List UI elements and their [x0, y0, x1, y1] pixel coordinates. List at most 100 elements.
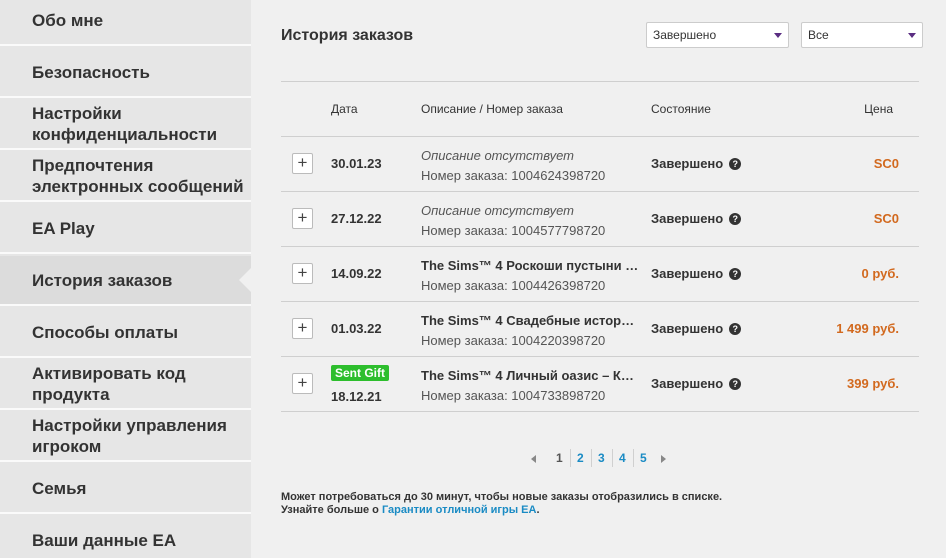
- status-filter-value: Завершено: [653, 28, 717, 42]
- guarantee-link[interactable]: Гарантии отличной игры EA: [382, 504, 536, 516]
- type-filter-value: Все: [808, 28, 829, 42]
- page-separator: [612, 449, 613, 467]
- order-date: 30.01.23: [331, 156, 382, 171]
- note-suffix: .: [536, 504, 540, 516]
- sidebar-item-label: Ваши данные EA: [32, 530, 177, 550]
- order-number: Номер заказа: 1004624398720: [421, 168, 606, 183]
- type-filter-select[interactable]: Все: [801, 22, 923, 48]
- column-header-status: Состояние: [651, 102, 711, 116]
- order-status-text: Завершено: [651, 376, 724, 391]
- help-icon[interactable]: ?: [729, 213, 742, 225]
- chevron-down-icon: [908, 33, 916, 38]
- sidebar-item-about[interactable]: Обо мне: [0, 0, 251, 46]
- chevron-down-icon: [774, 33, 782, 38]
- sidebar-item-label: EA Play: [32, 218, 95, 238]
- sidebar-item-label: Способы оплаты: [32, 322, 179, 342]
- sidebar-item-email-preferences[interactable]: Предпочтения электронных сообщений: [0, 152, 251, 202]
- sidebar-item-redeem-code[interactable]: Активировать код продукта: [0, 360, 251, 410]
- order-price: SC0: [873, 156, 899, 171]
- order-history-panel: История заказов Завершено Все Дата Описа…: [251, 0, 946, 558]
- order-price: SC0: [873, 211, 899, 226]
- sidebar-item-ea-play[interactable]: EA Play: [0, 204, 251, 254]
- order-status: Завершено?: [651, 211, 742, 226]
- info-note: Может потребоваться до 30 минут, чтобы н…: [281, 491, 722, 517]
- order-number: Номер заказа: 1004220398720: [421, 333, 606, 348]
- order-number: Номер заказа: 1004426398720: [421, 278, 606, 293]
- sidebar-item-family[interactable]: Семья: [0, 464, 251, 514]
- note-prefix: Узнайте больше о: [281, 504, 382, 516]
- page-1[interactable]: 1: [556, 451, 563, 465]
- sidebar-item-payment-methods[interactable]: Способы оплаты: [0, 308, 251, 358]
- order-status-text: Завершено: [651, 156, 724, 171]
- help-icon[interactable]: ?: [729, 158, 742, 170]
- order-description: Описание отсутствует: [421, 203, 574, 218]
- note-line-1: Может потребоваться до 30 минут, чтобы н…: [281, 491, 723, 503]
- order-status-text: Завершено: [651, 211, 724, 226]
- table-header: Дата Описание / Номер заказа Состояние Ц…: [281, 81, 919, 137]
- column-header-price: Цена: [864, 102, 893, 116]
- order-description: The Sims™ 4 Свадебные истор…: [421, 313, 635, 328]
- page-5[interactable]: 5: [640, 451, 647, 465]
- order-description: The Sims™ 4 Личный оазис – К…: [421, 368, 634, 383]
- sidebar-item-label: Обо мне: [32, 10, 104, 30]
- expand-button[interactable]: +: [292, 208, 313, 229]
- page-separator: [633, 449, 634, 467]
- table-row: + 14.09.22 The Sims™ 4 Роскоши пустыни ……: [281, 247, 919, 302]
- sidebar-item-privacy[interactable]: Настройки конфиденциальности: [0, 100, 251, 150]
- table-row: + Sent Gift 18.12.21 The Sims™ 4 Личный …: [281, 357, 919, 412]
- order-date: 27.12.22: [331, 211, 382, 226]
- order-date: 18.12.21: [331, 389, 382, 404]
- expand-button[interactable]: +: [292, 263, 313, 284]
- help-icon[interactable]: ?: [729, 323, 742, 335]
- note-line-2: Узнайте больше о Гарантии отличной игры …: [281, 504, 722, 517]
- table-row: + 01.03.22 The Sims™ 4 Свадебные истор… …: [281, 302, 919, 357]
- order-status-text: Завершено: [651, 266, 724, 281]
- active-indicator-arrow: [239, 268, 251, 292]
- help-icon[interactable]: ?: [729, 268, 742, 280]
- order-description: Описание отсутствует: [421, 148, 574, 163]
- order-number: Номер заказа: 1004577798720: [421, 223, 606, 238]
- sidebar-item-label: Семья: [32, 478, 87, 498]
- orders-table: Дата Описание / Номер заказа Состояние Ц…: [281, 81, 919, 412]
- expand-button[interactable]: +: [292, 373, 313, 394]
- page-separator: [591, 449, 592, 467]
- page-separator: [570, 449, 571, 467]
- table-row: + 27.12.22 Описание отсутствует Номер за…: [281, 192, 919, 247]
- status-filter-select[interactable]: Завершено: [646, 22, 789, 48]
- sidebar-item-label: Безопасность: [32, 62, 150, 82]
- order-description: The Sims™ 4 Роскоши пустыни …: [421, 258, 639, 273]
- prev-page-icon[interactable]: [531, 455, 536, 463]
- page-2[interactable]: 2: [577, 451, 584, 465]
- sidebar-item-order-history[interactable]: История заказов: [0, 256, 251, 306]
- sidebar-item-label: История заказов: [32, 270, 173, 290]
- next-page-icon[interactable]: [661, 455, 666, 463]
- order-status-text: Завершено: [651, 321, 724, 336]
- sidebar-item-label: Настройки управления игроком: [32, 416, 227, 456]
- table-row: + 30.01.23 Описание отсутствует Номер за…: [281, 137, 919, 192]
- order-price: 0 руб.: [861, 266, 899, 281]
- order-status: Завершено?: [651, 376, 742, 391]
- sidebar-item-player-settings[interactable]: Настройки управления игроком: [0, 412, 251, 462]
- expand-button[interactable]: +: [292, 318, 313, 339]
- order-status: Завершено?: [651, 266, 742, 281]
- sidebar-item-label: Активировать код продукта: [32, 364, 186, 404]
- sent-gift-badge: Sent Gift: [331, 365, 389, 381]
- page-3[interactable]: 3: [598, 451, 605, 465]
- column-header-date: Дата: [331, 102, 358, 116]
- page-title: История заказов: [281, 27, 414, 44]
- order-status: Завершено?: [651, 156, 742, 171]
- column-header-description: Описание / Номер заказа: [421, 102, 563, 116]
- account-sidebar: Обо мне Безопасность Настройки конфиденц…: [0, 0, 251, 558]
- help-icon[interactable]: ?: [729, 378, 742, 390]
- sidebar-item-label: Настройки конфиденциальности: [32, 104, 218, 144]
- order-number: Номер заказа: 1004733898720: [421, 388, 606, 403]
- order-price: 1 499 руб.: [836, 321, 899, 336]
- order-status: Завершено?: [651, 321, 742, 336]
- order-date: 01.03.22: [331, 321, 382, 336]
- sidebar-item-your-ea-data[interactable]: Ваши данные EA: [0, 516, 251, 558]
- expand-button[interactable]: +: [292, 153, 313, 174]
- sidebar-item-label: Предпочтения электронных сообщений: [32, 156, 244, 196]
- page-4[interactable]: 4: [619, 451, 626, 465]
- sidebar-item-security[interactable]: Безопасность: [0, 48, 251, 98]
- order-price: 399 руб.: [847, 376, 899, 391]
